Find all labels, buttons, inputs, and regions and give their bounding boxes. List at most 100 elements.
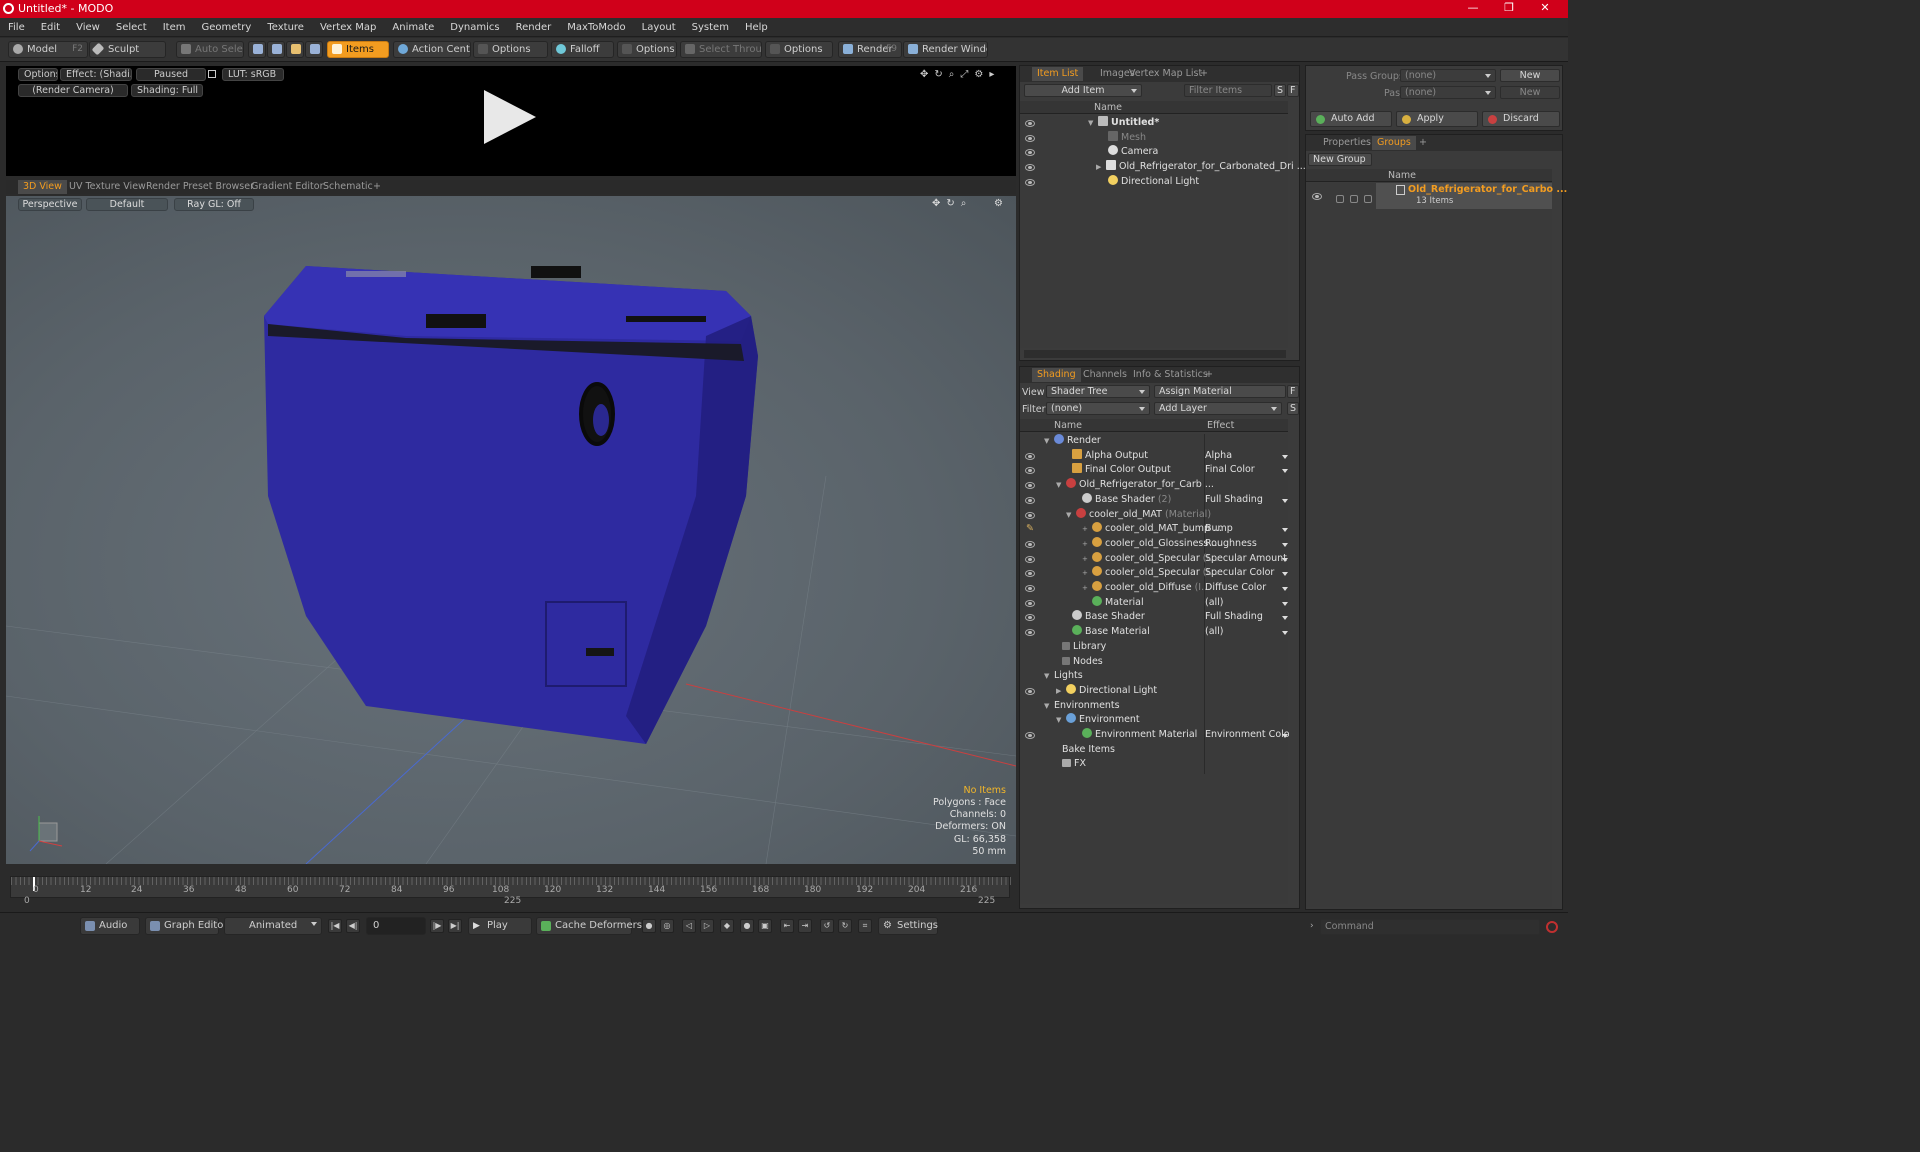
tab-channels[interactable]: Channels [1078, 368, 1132, 382]
refresh-icon[interactable]: ↻ [838, 919, 852, 933]
shader-row-glossiness[interactable]: + cooler_old_Glossiness ... Roughness [1020, 536, 1289, 552]
menu-geometry[interactable]: Geometry [193, 18, 259, 37]
discard-button[interactable]: Discard [1482, 111, 1560, 127]
step-back-icon[interactable]: ◀| [346, 919, 360, 933]
tab-uv-texture-view[interactable]: UV Texture View [64, 180, 151, 194]
effect-dropdown[interactable]: Roughness [1205, 537, 1289, 552]
effect-dropdown[interactable]: Alpha [1205, 449, 1289, 464]
new-pass-group-button[interactable]: New [1500, 69, 1560, 82]
eye-icon[interactable] [1025, 570, 1035, 578]
sculpt-button[interactable]: Sculpt [89, 41, 166, 58]
shader-row-refrigerator-group[interactable]: ▼ Old_Refrigerator_for_Carb ... [1020, 478, 1288, 493]
tab-3d-view[interactable]: 3D View [18, 180, 67, 194]
horizontal-scrollbar[interactable] [1024, 350, 1286, 358]
keyframe-icon[interactable]: ▣ [758, 919, 772, 933]
eye-icon[interactable] [1025, 164, 1035, 172]
eye-icon[interactable] [1025, 732, 1035, 739]
menu-render[interactable]: Render [508, 18, 560, 37]
assign-material-button[interactable]: Assign Material [1154, 385, 1286, 398]
shader-row-library[interactable]: Library [1020, 640, 1288, 655]
minimize-button[interactable]: — [1458, 1, 1488, 17]
add-tab-button[interactable]: + [1200, 368, 1218, 382]
eye-icon[interactable] [1025, 496, 1035, 504]
prev-frame-icon[interactable]: ⇤ [780, 919, 794, 933]
timeline[interactable]: 0 12 24 36 48 60 72 84 96 108 120 132 14… [6, 872, 1016, 908]
restore-button[interactable]: ❐ [1494, 1, 1524, 17]
name-column-header[interactable]: Name [1054, 419, 1082, 432]
shading-dropdown[interactable]: Shading: Full [131, 84, 203, 97]
command-input[interactable]: Command [1320, 919, 1540, 935]
action-center-button[interactable]: Action Center [393, 41, 471, 58]
snap-icon[interactable]: ⌗ [858, 919, 872, 933]
command-record-icon[interactable] [1546, 921, 1558, 933]
polygons-mode-button[interactable] [286, 41, 304, 58]
shader-row-specular-amount[interactable]: + cooler_old_Specular (I... Specular Amoun… [1020, 551, 1288, 567]
shader-row-directional-light[interactable]: ▶ Directional Light [1020, 683, 1288, 699]
tab-properties[interactable]: Properties [1318, 136, 1376, 150]
render-preview[interactable]: Options Effect: (Shadi... Paused LUT: sR… [6, 66, 1016, 176]
menu-maxtomodo[interactable]: MaxToModo [559, 18, 633, 37]
lock-column-icon[interactable] [1336, 195, 1344, 203]
shader-row-bake-items[interactable]: Bake Items [1020, 743, 1288, 758]
shader-row-base-material[interactable]: Base Material (all) [1020, 625, 1288, 640]
eye-icon[interactable] [1025, 120, 1035, 127]
eye-icon[interactable] [1025, 585, 1035, 592]
menu-texture[interactable]: Texture [259, 18, 312, 37]
s-button[interactable]: S [1274, 84, 1286, 97]
select-through-options-button[interactable]: Options [765, 41, 833, 58]
command-expand-icon[interactable]: › [1310, 921, 1314, 931]
effect-dropdown[interactable]: (all) [1205, 596, 1289, 611]
effect-dropdown[interactable]: Full Shading [1205, 493, 1289, 508]
next-frame-icon[interactable]: ⇥ [798, 919, 812, 933]
shader-row-base-shader-2[interactable]: Base Shader (2) Full Shading [1020, 492, 1289, 508]
eye-icon[interactable] [1025, 482, 1035, 490]
add-tab-button[interactable]: + [1195, 67, 1213, 81]
groups-name-header[interactable]: Name [1306, 169, 1552, 182]
effect-dropdown[interactable]: Final Color [1205, 463, 1289, 478]
effect-dropdown[interactable]: Specular Color [1205, 566, 1289, 581]
tree-row-untitled[interactable]: ▼ Untitled* [1020, 116, 1288, 131]
effect-dropdown[interactable]: Full Shading [1205, 610, 1289, 625]
falloff-options-button[interactable]: Options [617, 41, 677, 58]
tree-row-directional-light[interactable]: Directional Light [1020, 174, 1288, 190]
eye-icon[interactable] [1025, 511, 1035, 519]
eye-icon[interactable] [1025, 178, 1035, 186]
effect-dropdown[interactable]: Effect: (Shadi... [60, 68, 132, 81]
shader-row-diffuse[interactable]: + cooler_old_Diffuse (I... Diffuse Color [1020, 581, 1288, 596]
items-mode-button[interactable]: Items [327, 41, 389, 58]
eye-icon[interactable] [1025, 467, 1035, 475]
tab-shading[interactable]: Shading [1032, 368, 1081, 382]
effect-dropdown[interactable]: Environment Color [1205, 728, 1289, 743]
step-forward-icon[interactable]: |▶ [430, 919, 444, 933]
menu-vertex-map[interactable]: Vertex Map [312, 18, 384, 37]
shader-row-material[interactable]: Material (all) [1020, 595, 1289, 611]
render-camera-dropdown[interactable]: (Render Camera) [18, 84, 128, 97]
goto-end-icon[interactable]: ▶| [448, 919, 462, 933]
record-key-icon[interactable]: ● [642, 919, 656, 933]
add-item-dropdown[interactable]: Add Item [1024, 84, 1142, 97]
tree-row-camera[interactable]: Camera [1020, 145, 1288, 160]
edges-mode-button[interactable] [267, 41, 285, 58]
tab-render-preset-browser[interactable]: Render Preset Browser [141, 180, 259, 194]
group-row-refrigerator[interactable]: Old_Refrigerator_for_Carbo ... 13 Items [1376, 183, 1567, 209]
timeline-ruler[interactable]: 0 12 24 36 48 60 72 84 96 108 120 132 14… [10, 876, 1011, 898]
audio-button[interactable]: Audio [80, 917, 140, 935]
add-layer-dropdown[interactable]: Add Layer [1154, 402, 1282, 415]
paused-button[interactable]: Paused [136, 68, 206, 81]
tree-row-mesh[interactable]: Mesh [1020, 130, 1288, 146]
close-button[interactable]: ✕ [1530, 1, 1560, 17]
animated-dropdown[interactable]: Animated [224, 917, 322, 935]
render-window-button[interactable]: Render Window [903, 41, 988, 58]
auto-select-button[interactable]: Auto Select [176, 41, 244, 58]
cache-deformers-button[interactable]: Cache Deformers [536, 917, 642, 935]
new-group-button[interactable]: New Group [1308, 153, 1372, 166]
eye-icon[interactable] [1025, 452, 1035, 460]
menu-animate[interactable]: Animate [384, 18, 442, 37]
eye-icon[interactable] [1025, 540, 1035, 548]
play-icon[interactable] [484, 90, 536, 144]
menu-item[interactable]: Item [155, 18, 194, 37]
falloff-button[interactable]: Falloff [551, 41, 614, 58]
select-through-button[interactable]: Select Through [680, 41, 762, 58]
frame-input[interactable]: 0 [366, 917, 426, 935]
graph-editor-button[interactable]: Graph Editor [145, 917, 227, 935]
